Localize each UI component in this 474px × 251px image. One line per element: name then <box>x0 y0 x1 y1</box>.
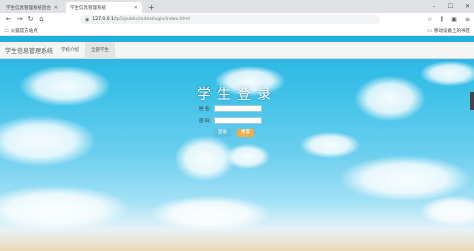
cloud-decoration <box>0 116 95 166</box>
cloud-decoration <box>0 186 130 231</box>
menu-icon[interactable]: ≡ <box>465 13 470 26</box>
password-label: 密 码: <box>199 118 211 124</box>
site-navbar: 学生信息管理系统 学校介绍 全部学生 <box>0 41 474 59</box>
browser-tab-bar: 学生信息管理系统后台 ✕ 学生信息管理系统 ✕ + – ☐ ✕ <box>0 0 474 13</box>
address-bar[interactable]: ◉ 127.0.0.1 /tp5/public/index/login/inde… <box>80 15 380 24</box>
folder-icon: ▭ <box>427 27 432 34</box>
cloud-decoration <box>150 196 270 231</box>
cloud-decoration <box>340 156 470 201</box>
cloud-decoration <box>300 132 360 158</box>
site-brand[interactable]: 学生信息管理系统 <box>5 46 55 55</box>
library-icon[interactable]: ⫼ <box>441 13 444 26</box>
folder-icon: ▭ <box>4 27 9 34</box>
bookmark-label: 移动设备上的书签 <box>434 28 470 34</box>
username-label: 姓 名: <box>199 106 211 112</box>
home-icon[interactable]: ⌂ <box>36 13 47 26</box>
forward-icon[interactable]: → <box>14 13 25 26</box>
nav-all-students[interactable]: 全部学生 <box>85 41 115 59</box>
bookmark-label: 火狐官方站点 <box>10 28 38 34</box>
new-tab-icon[interactable]: + <box>148 2 155 13</box>
toolbar-actions: ☆ ⫼ ▣ ≡ <box>427 13 470 26</box>
globe-icon: ◉ <box>85 16 90 23</box>
maximize-icon[interactable]: ☐ <box>448 1 453 12</box>
cloud-decoration <box>225 144 270 169</box>
tab-student-system[interactable]: 学生信息管理系统 ✕ <box>66 2 142 13</box>
cloud-decoration <box>420 196 474 226</box>
login-title: 学生登录 <box>197 87 277 103</box>
bookmarks-bar: ▭ 火狐官方站点 ▭ 移动设备上的书签 <box>0 26 474 36</box>
tab-label: 学生信息管理系统 <box>70 5 106 11</box>
reload-icon[interactable]: ↻ <box>25 13 36 26</box>
reset-button[interactable]: 重置 <box>237 129 254 137</box>
sidebar-icon[interactable]: ▣ <box>451 13 457 26</box>
bookmark-firefox-sites[interactable]: ▭ 火狐官方站点 <box>4 28 38 34</box>
url-host: 127.0.0.1 <box>92 17 114 22</box>
bookmark-star-icon[interactable]: ☆ <box>427 13 432 26</box>
cloud-decoration <box>420 61 474 86</box>
username-input[interactable] <box>214 105 262 112</box>
browser-toolbar: ← → ↻ ⌂ ◉ 127.0.0.1 /tp5/public/index/lo… <box>0 13 474 26</box>
password-row: 密 码: <box>199 117 262 124</box>
page-content: 学生信息管理系统 学校介绍 全部学生 学生登录 姓 名: 密 码: 登录 重置 <box>0 36 474 251</box>
window-controls: – ☐ ✕ <box>433 1 470 12</box>
minimize-icon[interactable]: – <box>433 1 436 12</box>
nav-school-intro[interactable]: 学校介绍 <box>55 42 85 59</box>
login-button[interactable]: 登录 <box>214 129 231 137</box>
tab-admin[interactable]: 学生信息管理系统后台 ✕ <box>2 2 62 13</box>
url-path: /tp5/public/index/login/index.html <box>113 17 190 22</box>
side-feedback-tab[interactable] <box>470 92 474 110</box>
password-input[interactable] <box>214 117 262 124</box>
close-icon[interactable]: ✕ <box>134 5 138 11</box>
close-icon[interactable]: ✕ <box>54 5 58 11</box>
username-row: 姓 名: <box>199 105 262 112</box>
back-icon[interactable]: ← <box>3 13 14 26</box>
bookmark-mobile[interactable]: ▭ 移动设备上的书签 <box>427 28 470 34</box>
tab-label: 学生信息管理系统后台 <box>6 5 51 11</box>
window-close-icon[interactable]: ✕ <box>465 1 470 12</box>
